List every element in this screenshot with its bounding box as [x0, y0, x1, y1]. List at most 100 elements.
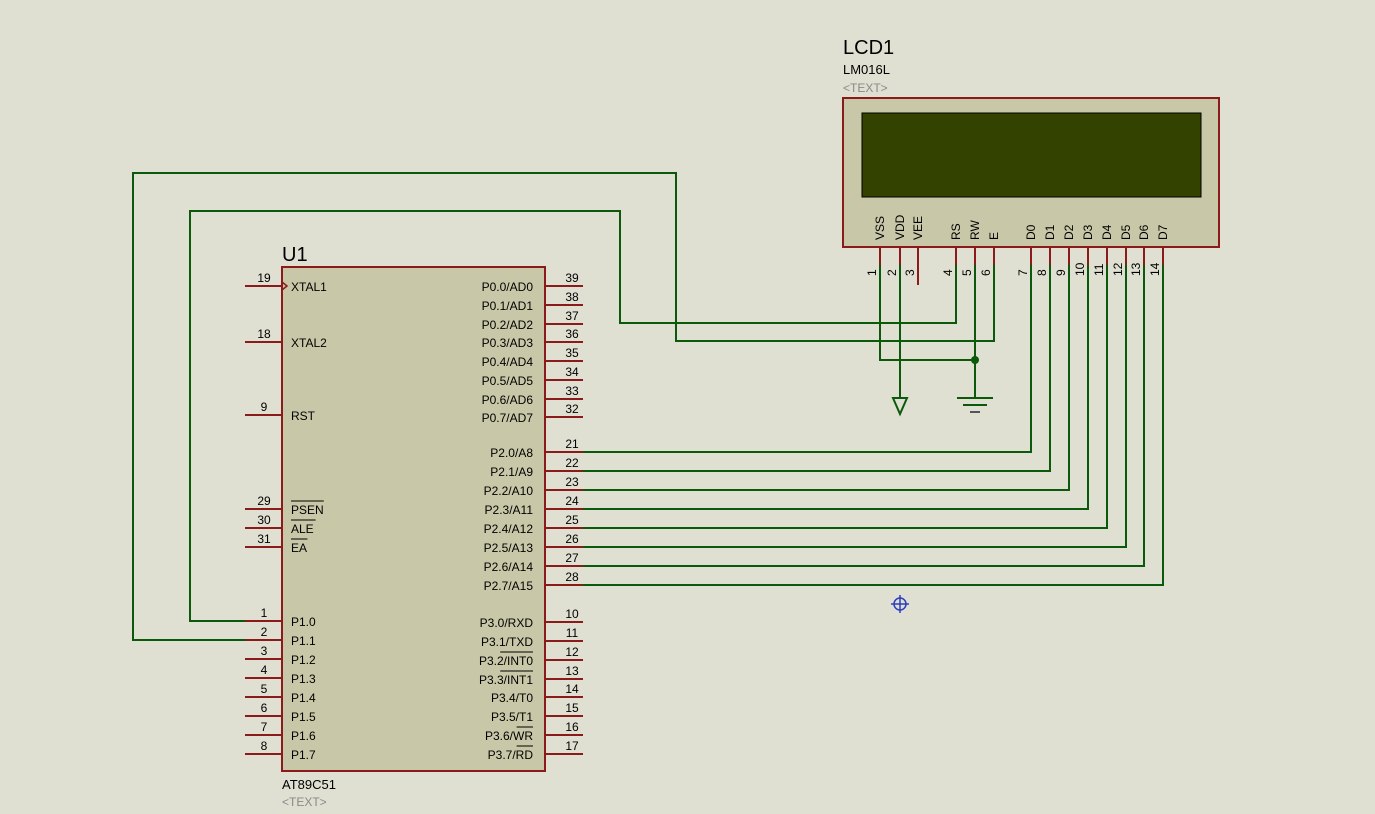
- pin-number: 39: [565, 271, 579, 285]
- pin-name: P3.1/TXD: [481, 635, 533, 649]
- power-terminal-icon[interactable]: [891, 397, 909, 417]
- pin-number: 7: [1016, 269, 1030, 276]
- u1-text-placeholder: <TEXT>: [282, 795, 327, 809]
- pin-number: 12: [565, 645, 579, 659]
- junction-dot: [971, 356, 979, 364]
- pin-name: D4: [1100, 224, 1114, 240]
- crosshair-cursor-icon: [891, 595, 909, 613]
- wire-p2-4-to-d4[interactable]: [583, 265, 1108, 529]
- pin-name: EA: [291, 541, 307, 555]
- pin-name: P2.2/A10: [484, 484, 534, 498]
- pin-name: P0.1/AD1: [482, 299, 534, 313]
- pin-name: P1.7: [291, 748, 316, 762]
- pin-name: D5: [1119, 224, 1133, 240]
- wire-p2-6-to-d6[interactable]: [583, 265, 1145, 567]
- pin-number: 8: [261, 739, 268, 753]
- pin-number: 38: [565, 290, 579, 304]
- pin-number: 7: [261, 720, 268, 734]
- pin-name: VEE: [911, 216, 925, 240]
- pin-name: P2.1/A9: [490, 465, 533, 479]
- pin-name: P0.7/AD7: [482, 411, 534, 425]
- wire-vss-to-ground[interactable]: [879, 265, 975, 361]
- pin-number: 19: [257, 271, 271, 285]
- pin-name: P3.2/INT0: [479, 654, 533, 668]
- pin-number: 36: [565, 327, 579, 341]
- pin-name: D6: [1137, 224, 1151, 240]
- pin-number: 15: [565, 701, 579, 715]
- pin-number: 32: [565, 402, 579, 416]
- lcd1-component[interactable]: LCD1 LM016L <TEXT> 1 VSS 2 VDD 3 VEE 4 RS 5 RW 6 E 7…: [842, 37, 1220, 285]
- pin-number: 37: [565, 309, 579, 323]
- pin-name: XTAL2: [291, 336, 327, 350]
- pin-name: P2.0/A8: [490, 446, 533, 460]
- pin-number: 3: [261, 644, 268, 658]
- pin-number: 5: [261, 682, 268, 696]
- wire-p2-3-to-d3[interactable]: [583, 265, 1089, 510]
- pin-number: 2: [885, 269, 899, 276]
- pin-number: 1: [261, 606, 268, 620]
- pin-name: VDD: [893, 214, 907, 240]
- pin-name: D3: [1081, 224, 1095, 240]
- pin-name: P0.6/AD6: [482, 393, 534, 407]
- pin-name: P2.3/A11: [485, 503, 534, 517]
- pin-number: 13: [1129, 262, 1143, 276]
- pin-name: VSS: [873, 216, 887, 240]
- pin-name: P2.7/A15: [484, 579, 534, 593]
- u1-component[interactable]: U1 AT89C51 <TEXT> 19XTAL118XTAL29RST29PS…: [245, 244, 583, 809]
- pin-name: D0: [1024, 224, 1038, 240]
- pin-name: P1.5: [291, 710, 316, 724]
- pin-number: 9: [261, 400, 268, 414]
- pin-name: P0.2/AD2: [482, 318, 534, 332]
- pin-number: 4: [261, 663, 268, 677]
- pin-name: P3.4/T0: [491, 691, 533, 705]
- pin-number: 31: [257, 532, 271, 546]
- u1-reference: U1: [282, 244, 308, 266]
- pin-name: RST: [291, 409, 316, 423]
- wire-p2-2-to-d2[interactable]: [583, 265, 1070, 491]
- pin-number: 21: [565, 437, 579, 451]
- pin-number: 5: [960, 269, 974, 276]
- wire-p2-0-to-d0[interactable]: [583, 265, 1032, 453]
- pin-number: 30: [257, 513, 271, 527]
- schematic-canvas[interactable]: LCD1 LM016L <TEXT> 1 VSS 2 VDD 3 VEE 4 RS 5 RW 6 E 7…: [0, 0, 1375, 814]
- pin-number: 6: [979, 269, 993, 276]
- pin-name: P3.6/WR: [485, 729, 533, 743]
- pin-name: D2: [1062, 224, 1076, 240]
- pin-name: P2.4/A12: [484, 522, 534, 536]
- pin-name: PSEN: [291, 503, 324, 517]
- wire-p2-1-to-d1[interactable]: [583, 265, 1051, 472]
- pin-number: 29: [257, 494, 271, 508]
- pin-name: RS: [949, 223, 963, 240]
- pin-number: 25: [565, 513, 579, 527]
- pin-number: 34: [565, 365, 579, 379]
- lcd1-value: LM016L: [843, 62, 890, 77]
- pin-number: 9: [1054, 269, 1068, 276]
- pin-name: P0.0/AD0: [482, 280, 534, 294]
- pin-name: P1.2: [291, 653, 316, 667]
- pin-number: 24: [565, 494, 579, 508]
- pin-name: RW: [968, 220, 982, 240]
- pin-name: ALE: [291, 522, 314, 536]
- pin-number: 14: [1148, 262, 1162, 276]
- pin-number: 35: [565, 346, 579, 360]
- wire-p2-7-to-d7[interactable]: [583, 265, 1164, 586]
- ground-terminal-icon[interactable]: [957, 397, 993, 413]
- pin-number: 16: [565, 720, 579, 734]
- pin-number: 17: [565, 739, 579, 753]
- pin-name: P1.4: [291, 691, 316, 705]
- pin-number: 14: [565, 682, 579, 696]
- lcd1-screen: [861, 112, 1202, 198]
- pin-name: D1: [1043, 224, 1057, 240]
- pin-number: 6: [261, 701, 268, 715]
- pin-number: 27: [565, 551, 579, 565]
- pin-number: 23: [565, 475, 579, 489]
- pin-number: 12: [1111, 262, 1125, 276]
- pin-name: P0.3/AD3: [482, 336, 534, 350]
- pin-number: 18: [257, 327, 271, 341]
- wire-p2-5-to-d5[interactable]: [583, 265, 1127, 548]
- pin-number: 11: [566, 626, 579, 640]
- pin-number: 4: [941, 269, 955, 276]
- pin-name: P3.3/INT1: [479, 673, 533, 687]
- pin-number: 3: [903, 269, 917, 276]
- pin-number: 28: [565, 570, 579, 584]
